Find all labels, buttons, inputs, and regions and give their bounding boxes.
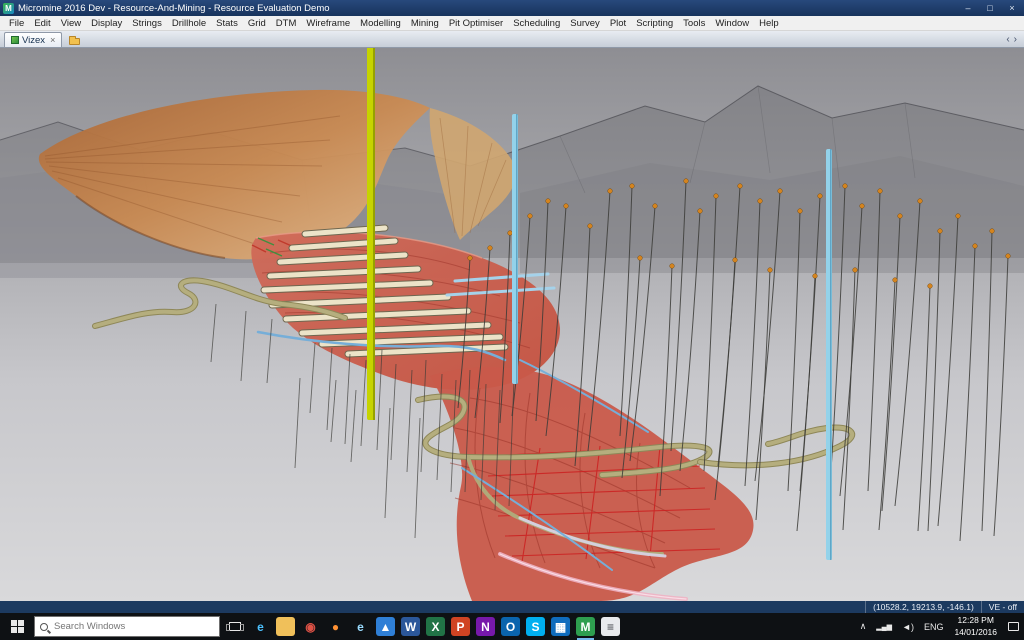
menu-pit-optimiser[interactable]: Pit Optimiser xyxy=(444,18,508,29)
titlebar: M Micromine 2016 Dev - Resource-And-Mini… xyxy=(0,0,1024,16)
start-button[interactable] xyxy=(0,613,34,640)
menubar: FileEditViewDisplayStringsDrillholeStats… xyxy=(0,16,1024,31)
store-icon[interactable]: ▦ xyxy=(548,613,573,640)
micromine-window: M Micromine 2016 Dev - Resource-And-Mini… xyxy=(0,0,1024,640)
firefox-icon[interactable]: ● xyxy=(323,613,348,640)
tab-scroll-left-icon[interactable]: ‹ xyxy=(1006,34,1009,45)
menu-file[interactable]: File xyxy=(4,18,29,29)
photos-glyph: ▲ xyxy=(376,617,395,636)
onenote-glyph: N xyxy=(476,617,495,636)
micromine-logo-icon: M xyxy=(3,3,14,14)
firefox-glyph: ● xyxy=(326,617,345,636)
tab-vizex[interactable]: Vizex × xyxy=(4,32,62,47)
tabbar: Vizex × ‹ › xyxy=(0,31,1024,48)
close-button[interactable]: × xyxy=(1003,1,1021,15)
micromine-glyph: M xyxy=(576,617,595,636)
tab-vizex-label: Vizex xyxy=(22,35,45,46)
task-view-icon xyxy=(229,622,241,631)
skype-icon[interactable]: S xyxy=(523,613,548,640)
taskbar-clock[interactable]: 12:28 PM 14/01/2016 xyxy=(948,615,1003,637)
menu-wireframe[interactable]: Wireframe xyxy=(301,18,355,29)
clock-time: 12:28 PM xyxy=(958,615,994,626)
photos-icon[interactable]: ▲ xyxy=(373,613,398,640)
chrome-icon[interactable]: ◉ xyxy=(298,613,323,640)
menu-scheduling[interactable]: Scheduling xyxy=(508,18,565,29)
tab-close-icon[interactable]: × xyxy=(50,35,55,45)
menu-edit[interactable]: Edit xyxy=(29,18,55,29)
task-view-button[interactable] xyxy=(222,613,248,640)
minimize-button[interactable]: – xyxy=(959,1,977,15)
taskbar-search[interactable] xyxy=(34,616,220,637)
file-explorer-icon[interactable] xyxy=(273,613,298,640)
menu-help[interactable]: Help xyxy=(754,18,784,29)
statusbar: (10528.2, 19213.9, -146.1) VE - off xyxy=(0,601,1024,613)
menu-strings[interactable]: Strings xyxy=(127,18,167,29)
skype-glyph: S xyxy=(526,617,545,636)
clock-date: 14/01/2016 xyxy=(954,627,997,638)
network-icon[interactable]: ▂▄▆ xyxy=(871,613,897,640)
menu-mining[interactable]: Mining xyxy=(406,18,444,29)
menu-view[interactable]: View xyxy=(56,18,86,29)
3d-scene xyxy=(0,48,1024,601)
window-title: Micromine 2016 Dev - Resource-And-Mining… xyxy=(18,3,330,14)
excel-glyph: X xyxy=(426,617,445,636)
tray-expand-icon[interactable]: ∧ xyxy=(855,613,872,640)
menu-dtm[interactable]: DTM xyxy=(271,18,302,29)
powerpoint-glyph: P xyxy=(451,617,470,636)
edge-glyph: e xyxy=(251,617,270,636)
language-indicator[interactable]: ENG xyxy=(919,613,949,640)
menu-modelling[interactable]: Modelling xyxy=(355,18,406,29)
excel-icon[interactable]: X xyxy=(423,613,448,640)
tab-scroll-controls: ‹ › xyxy=(1006,34,1020,47)
windows-taskbar: e ◉ ● e ▲ WXPNOS ▦ M ≡ ∧ ▂▄▆ ◄) ENG 12:28 PM 14/… xyxy=(0,613,1024,640)
outlook-glyph: O xyxy=(501,617,520,636)
folder-icon xyxy=(69,38,80,45)
vizex-viewport[interactable] xyxy=(0,48,1024,601)
menu-plot[interactable]: Plot xyxy=(605,18,631,29)
search-input[interactable] xyxy=(52,620,214,633)
powerpoint-icon[interactable]: P xyxy=(448,613,473,640)
status-coordinates: (10528.2, 19213.9, -146.1) xyxy=(865,601,981,613)
system-tray: ∧ ▂▄▆ ◄) ENG 12:28 PM 14/01/2016 xyxy=(855,613,1024,640)
micromine-icon[interactable]: M xyxy=(573,613,598,640)
tab-scroll-right-icon[interactable]: › xyxy=(1014,34,1017,45)
menu-tools[interactable]: Tools xyxy=(678,18,710,29)
windows-logo-icon xyxy=(11,620,24,633)
menu-grid[interactable]: Grid xyxy=(243,18,271,29)
edge-icon[interactable]: e xyxy=(248,613,273,640)
action-center-icon xyxy=(1008,622,1019,631)
outlook-icon[interactable]: O xyxy=(498,613,523,640)
action-center-button[interactable] xyxy=(1003,613,1024,640)
menu-scripting[interactable]: Scripting xyxy=(631,18,678,29)
notepad-glyph: ≡ xyxy=(601,617,620,636)
volume-icon[interactable]: ◄) xyxy=(897,613,919,640)
chrome-glyph: ◉ xyxy=(301,617,320,636)
word-icon[interactable]: W xyxy=(398,613,423,640)
notepad-icon[interactable]: ≡ xyxy=(598,613,623,640)
menu-window[interactable]: Window xyxy=(710,18,754,29)
internet-explorer-icon[interactable]: e xyxy=(348,613,373,640)
word-glyph: W xyxy=(401,617,420,636)
menu-display[interactable]: Display xyxy=(86,18,127,29)
status-vertical-exaggeration: VE - off xyxy=(981,601,1024,613)
onenote-icon[interactable]: N xyxy=(473,613,498,640)
vizex-cube-icon xyxy=(11,36,19,44)
open-file-button[interactable] xyxy=(66,33,82,47)
internet-explorer-glyph: e xyxy=(351,617,370,636)
menu-drillhole[interactable]: Drillhole xyxy=(167,18,211,29)
maximize-button[interactable]: □ xyxy=(981,1,999,15)
menu-survey[interactable]: Survey xyxy=(565,18,605,29)
menu-stats[interactable]: Stats xyxy=(211,18,243,29)
search-icon xyxy=(40,623,48,631)
file-explorer-glyph xyxy=(276,617,295,636)
store-glyph: ▦ xyxy=(551,617,570,636)
taskbar-app-icons: e ◉ ● e ▲ WXPNOS ▦ M ≡ xyxy=(248,613,623,640)
